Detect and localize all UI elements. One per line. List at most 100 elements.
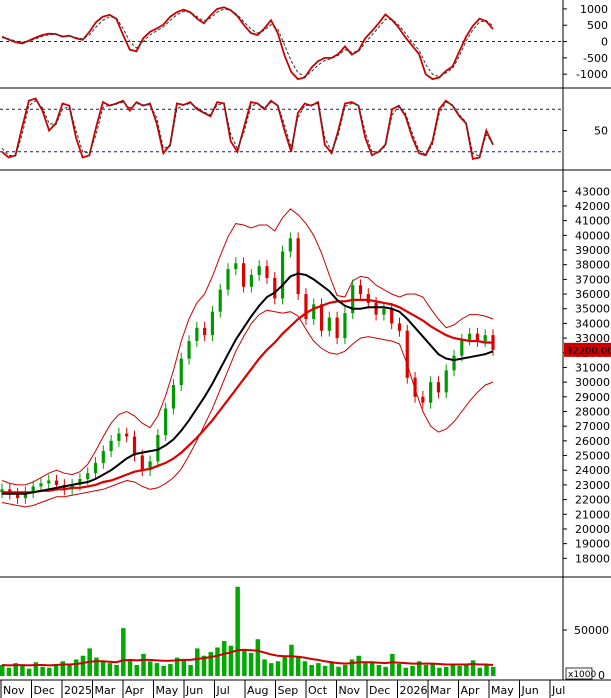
y-tick-label: 23000 (575, 479, 610, 492)
bollinger-lower-band (1, 309, 494, 508)
volume-bar (356, 655, 361, 676)
y-tick-label: 21000 (575, 508, 610, 521)
volume-bar (484, 664, 489, 676)
volume-panel: 50000 x1000 0 (0, 586, 609, 682)
y-tick-label: 0 (601, 36, 608, 49)
volume-bar (383, 666, 388, 676)
candle-body (436, 382, 441, 393)
x-tick-label: 2025 (64, 684, 92, 697)
x-tick-label: Apr (125, 684, 145, 697)
y-tick-label: 30000 (575, 376, 610, 389)
x-tick-label: 2026 (400, 684, 428, 697)
y-tick-label: -1000 (576, 68, 608, 81)
candle-body (54, 480, 59, 485)
y-tick-label: 38000 (575, 259, 610, 272)
volume-bar (443, 666, 449, 676)
candle-body (125, 433, 129, 437)
x-tick-label: Jun (521, 684, 539, 697)
y-tick-label: 28000 (575, 406, 610, 419)
volume-bar (262, 659, 267, 676)
volume-bar (100, 661, 106, 676)
x-tick-label: Jul (216, 684, 230, 697)
candle-body (366, 294, 370, 303)
y-tick-label: 31000 (575, 361, 610, 374)
volume-bar (255, 639, 261, 676)
candle-body (257, 266, 261, 275)
y-tick-label: 1000 (580, 3, 608, 16)
y-tick-label: 41000 (575, 215, 610, 228)
candle-body (382, 308, 386, 315)
candle-body (280, 251, 285, 299)
y-tick-label: 27000 (575, 420, 610, 433)
volume-bar (228, 645, 234, 676)
candle-body (460, 339, 464, 356)
candle-body (483, 335, 487, 342)
x-tick-label: Dec (34, 684, 55, 697)
volume-bar (423, 664, 429, 676)
volume-bar (376, 664, 382, 676)
y-tick-label: -500 (583, 52, 608, 65)
stock-chart: 1000 500 0 -500 -1000 50 43000 42000 410004000… (0, 0, 611, 698)
volume-bar (188, 664, 193, 676)
candle-body (47, 480, 51, 484)
candle-body (312, 304, 316, 320)
volume-unit-label: x1000 (568, 670, 597, 680)
candle-body (358, 285, 363, 295)
candle-body (234, 263, 238, 270)
candle-body (226, 269, 230, 290)
volume-bar (282, 655, 287, 676)
volume-bar (396, 664, 402, 676)
candle-body (86, 473, 90, 480)
volume-bar (269, 663, 274, 676)
x-tick-label: Jul (551, 684, 565, 697)
candle-body (468, 333, 472, 340)
volume-bar (208, 652, 214, 676)
moving-average-long (2, 298, 493, 494)
y-tick-label: 500 (587, 19, 608, 32)
y-tick-label: 36000 (575, 288, 610, 301)
volume-bar (316, 663, 321, 676)
signal-line (1, 8, 494, 78)
y-tick-label: 24000 (575, 464, 610, 477)
volume-bar (168, 664, 173, 676)
volume-bar (40, 666, 45, 676)
volume-bar (114, 664, 119, 676)
candle-body (203, 327, 207, 336)
x-tick-label: Jun (185, 684, 203, 697)
volume-bar (329, 662, 335, 676)
volume-bar (390, 653, 395, 676)
volume-bar (195, 648, 200, 676)
candle-body (444, 370, 448, 393)
last-price-label: 32200.00 (566, 346, 611, 357)
candle-body (390, 308, 394, 324)
candle-body (39, 483, 43, 487)
candle-body (140, 455, 144, 471)
volume-bar (289, 644, 294, 676)
volume-bar (343, 664, 348, 676)
volume-bar (134, 664, 140, 676)
x-tick-label: Nov (3, 684, 25, 697)
volume-bar (73, 659, 79, 676)
y-tick-label: 19000 (575, 538, 610, 551)
y-tick-label: 43000 (575, 185, 610, 198)
candle-body (109, 440, 113, 452)
y-tick-label: 25000 (575, 450, 610, 463)
candle-body (405, 330, 409, 378)
volume-bar (0, 664, 5, 676)
volume-bar (147, 661, 153, 676)
chart-frame (0, 0, 611, 681)
volume-bar (450, 664, 456, 676)
candle-body (397, 323, 402, 331)
volume-bar (181, 659, 187, 676)
candle-body (242, 263, 246, 287)
volume-bar (403, 667, 409, 676)
candle-body (288, 238, 292, 252)
x-tick-label: May (156, 684, 179, 697)
y-tick-label: 50000 (574, 624, 609, 637)
volume-bar (295, 656, 301, 676)
volume-bar (215, 647, 220, 676)
volume-bar (322, 665, 328, 676)
y-tick-label: 34000 (575, 317, 610, 330)
candle-body (374, 302, 378, 315)
volume-bar (20, 665, 25, 676)
